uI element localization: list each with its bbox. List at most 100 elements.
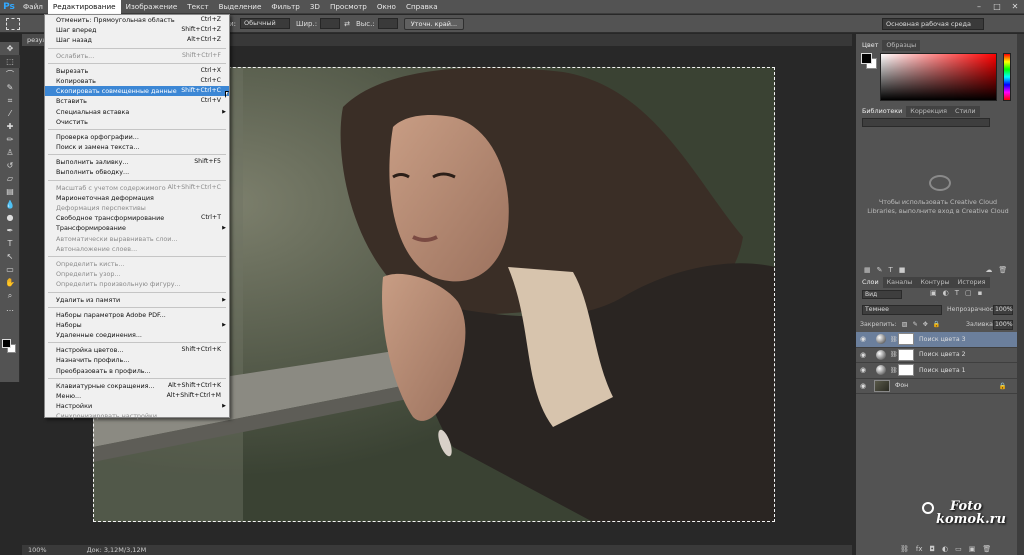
lock-transparent-icon[interactable]: ▨ [902, 320, 908, 330]
menu-edit[interactable]: Редактирование [47, 0, 121, 14]
filter-pixel-icon[interactable]: ▣ [930, 289, 937, 297]
menu-item[interactable]: Шаг назад Alt+Ctrl+Z [45, 35, 229, 45]
add-mask-icon[interactable]: ◘ [930, 545, 936, 553]
menu-item[interactable]: Отменить: Прямоугольная область Ctrl+Z [45, 15, 229, 25]
menu-item[interactable]: Выполнить обводку... [45, 167, 229, 177]
menu-item[interactable]: Настройка цветов... Shift+Ctrl+K [45, 345, 229, 355]
clone-stamp-tool-icon[interactable]: ♙ [0, 146, 20, 159]
healing-brush-tool-icon[interactable]: ✚ [0, 120, 20, 133]
menu-item[interactable]: Трансформирование ▶ [45, 223, 229, 233]
menu-text[interactable]: Текст [182, 0, 213, 14]
menu-item[interactable]: Назначить профиль... [45, 355, 229, 365]
menu-select[interactable]: Выделение [214, 0, 267, 14]
filter-smart-icon[interactable]: ▪ [978, 289, 983, 297]
link-layers-icon[interactable]: ⛓ [900, 545, 909, 553]
layer-mask-thumbnail[interactable] [898, 333, 914, 346]
hand-tool-icon[interactable]: ✋ [0, 276, 20, 289]
menu-item[interactable]: Специальная вставка ▶ [45, 107, 229, 117]
add-graphic-icon[interactable]: ▦ [864, 266, 871, 274]
tab-libraries[interactable]: Библиотеки [858, 106, 907, 117]
lock-pixels-icon[interactable]: ✎ [913, 320, 918, 330]
menu-item[interactable]: Настройки ▶ [45, 401, 229, 411]
menu-item[interactable]: Очистить [45, 117, 229, 127]
add-color-icon[interactable]: ✎ [877, 266, 883, 274]
pen-tool-icon[interactable]: ✒ [0, 224, 20, 237]
panel-foreground-swatch[interactable] [861, 53, 872, 64]
menu-item[interactable]: Вставить Ctrl+V [45, 96, 229, 106]
panel-collapse-strip[interactable] [1017, 34, 1024, 555]
layer-filter-select[interactable]: Вид [862, 290, 902, 299]
menu-3d[interactable]: 3D [305, 0, 325, 14]
layer-thumbnail[interactable] [874, 379, 890, 392]
marquee-tool-icon[interactable] [6, 17, 20, 30]
visibility-eye-icon[interactable]: ◉ [856, 335, 870, 343]
layer-mask-thumbnail[interactable] [898, 364, 914, 377]
menu-item[interactable]: Клавиатурные сокращения... Alt+Shift+Ctrl… [45, 381, 229, 391]
tab-swatches[interactable]: Образцы [882, 40, 920, 51]
menu-image[interactable]: Изображение [121, 0, 183, 14]
library-select[interactable] [862, 118, 990, 127]
brush-tool-icon[interactable]: ✏ [0, 133, 20, 146]
fill-input[interactable]: 100% [993, 320, 1013, 330]
layer-row[interactable]: ◉ Фон 🔒 [856, 379, 1017, 394]
gradient-tool-icon[interactable]: ▤ [0, 185, 20, 198]
delete-layer-icon[interactable]: 🗑 [982, 545, 991, 553]
menu-item[interactable]: Копировать Ctrl+C [45, 76, 229, 86]
menu-item[interactable]: Преобразовать в профиль... [45, 366, 229, 376]
maximize-button[interactable]: □ [988, 0, 1006, 14]
menu-filter[interactable]: Фильтр [266, 0, 304, 14]
trash-icon[interactable]: 🗑 [998, 266, 1007, 274]
minimize-button[interactable]: – [970, 0, 988, 14]
visibility-eye-icon[interactable]: ◉ [856, 366, 870, 374]
filter-type-icon[interactable]: T [955, 289, 959, 297]
add-text-style-icon[interactable]: T [889, 266, 893, 274]
menu-item[interactable]: Проверка орфографии... [45, 132, 229, 142]
lasso-tool-icon[interactable]: ⌒ [0, 68, 20, 81]
style-select[interactable]: Обычный [240, 18, 291, 29]
menu-item[interactable]: Поиск и замена текста... [45, 142, 229, 152]
photoshop-logo[interactable]: Ps [0, 0, 18, 14]
filter-shape-icon[interactable]: ▢ [965, 289, 972, 297]
visibility-eye-icon[interactable]: ◉ [856, 351, 870, 359]
zoom-level[interactable]: 100% [22, 545, 47, 555]
lock-all-icon[interactable]: 🔒 [933, 320, 941, 330]
swap-icon[interactable]: ⇄ [344, 20, 350, 28]
color-swatches[interactable] [2, 339, 18, 355]
history-brush-tool-icon[interactable]: ↺ [0, 159, 20, 172]
lock-position-icon[interactable]: ✥ [923, 320, 928, 330]
menu-item[interactable]: Наборы ▶ [45, 320, 229, 330]
menu-view[interactable]: Просмотр [325, 0, 372, 14]
crop-tool-icon[interactable]: ⌗ [0, 94, 20, 107]
new-adjustment-icon[interactable]: ◐ [942, 545, 948, 553]
eraser-tool-icon[interactable]: ▱ [0, 172, 20, 185]
chain-link-icon[interactable]: ⛓ [890, 367, 898, 374]
zoom-tool-icon[interactable]: ⌕ [0, 289, 20, 302]
menu-help[interactable]: Справка [401, 0, 443, 14]
tab-channels[interactable]: Каналы [883, 277, 917, 288]
rect-marquee-tool-icon[interactable]: ⬚ [0, 55, 20, 68]
menu-item[interactable]: Свободное трансформирование Ctrl+T [45, 213, 229, 223]
layer-mask-thumbnail[interactable] [898, 348, 914, 361]
hue-slider[interactable] [1003, 53, 1011, 101]
filter-adjustment-icon[interactable]: ◐ [943, 289, 949, 297]
close-button[interactable]: ✕ [1006, 0, 1024, 14]
menu-window[interactable]: Окно [372, 0, 401, 14]
fx-icon[interactable]: fx [916, 545, 923, 553]
sync-icon[interactable]: ☁ [985, 266, 992, 274]
swatch-icon[interactable]: ■ [899, 266, 906, 274]
blend-mode-select[interactable]: Темнее [862, 305, 942, 315]
workspace-select[interactable]: Основная рабочая среда [882, 18, 984, 30]
dodge-tool-icon[interactable]: ● [0, 211, 20, 224]
eyedropper-tool-icon[interactable]: ⁄ [0, 107, 20, 120]
width-input[interactable] [320, 18, 341, 29]
move-tool-icon[interactable]: ✥ [0, 42, 20, 55]
visibility-eye-icon[interactable]: ◉ [856, 382, 870, 390]
tab-paths[interactable]: Контуры [916, 277, 953, 288]
chain-link-icon[interactable]: ⛓ [890, 351, 898, 358]
tab-color[interactable]: Цвет [858, 40, 883, 51]
height-input[interactable] [377, 18, 398, 29]
type-tool-icon[interactable]: T [0, 237, 20, 250]
menu-item[interactable]: Меню... Alt+Shift+Ctrl+M [45, 391, 229, 401]
menu-item[interactable]: Скопировать совмещенные данные Shift+Ctrl… [45, 86, 229, 97]
quick-select-tool-icon[interactable]: ✎ [0, 81, 20, 94]
